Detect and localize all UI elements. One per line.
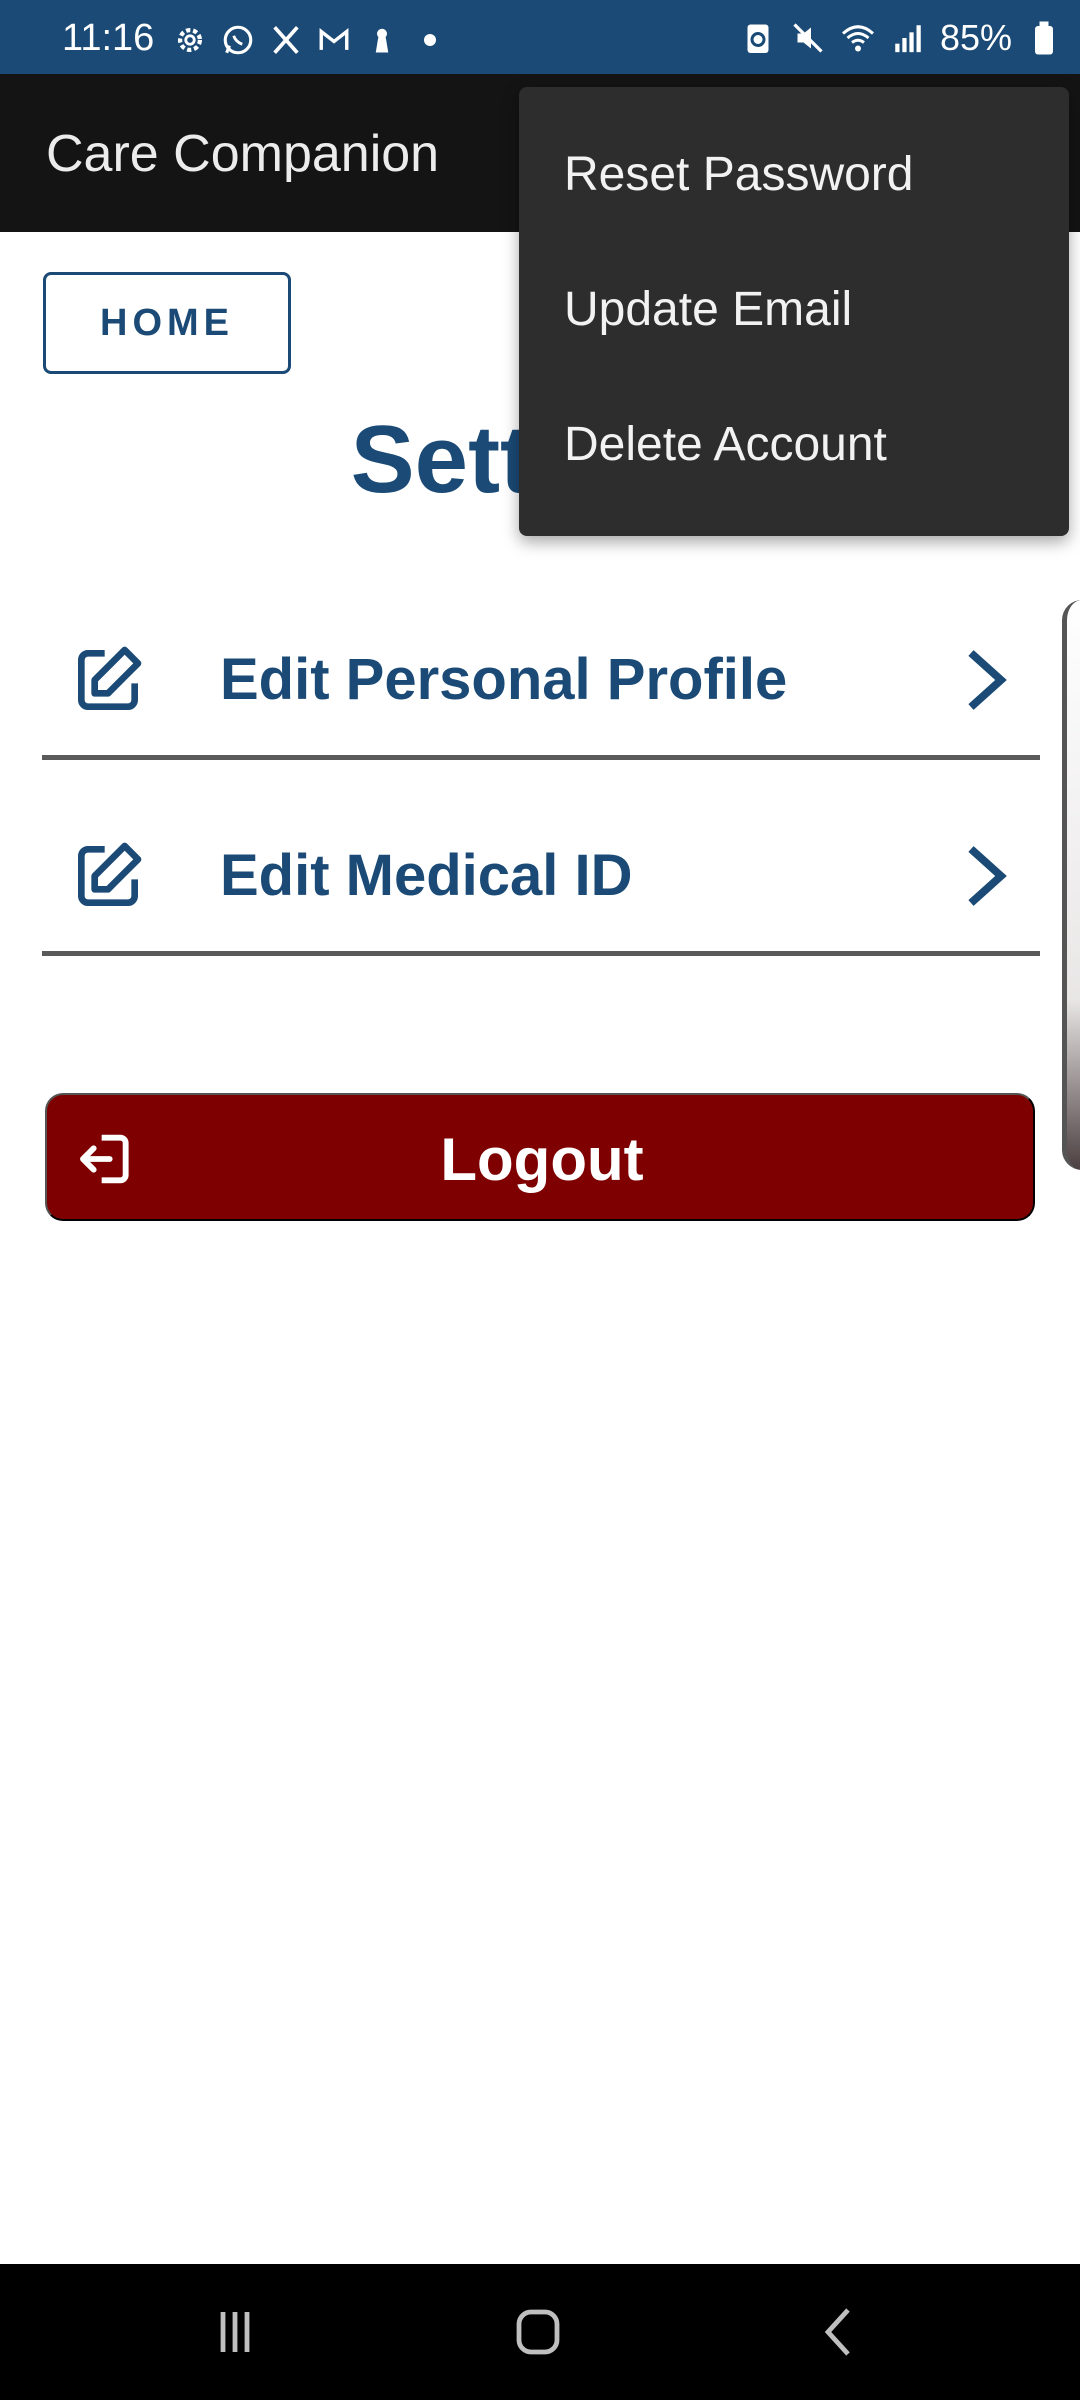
battery-saver-icon [740, 20, 776, 56]
status-time: 11:16 [62, 17, 155, 59]
wifi-icon [840, 20, 876, 56]
battery-icon [1026, 20, 1062, 56]
keyhole-icon [364, 22, 400, 58]
logout-button[interactable]: Logout [45, 1093, 1035, 1221]
edit-icon [68, 836, 148, 916]
edge-panel-handle[interactable] [1062, 600, 1080, 1170]
mute-icon [790, 20, 826, 56]
settings-row-edit-medical-id[interactable]: Edit Medical ID [42, 836, 1040, 956]
back-icon[interactable] [800, 2300, 880, 2364]
whatsapp-icon [220, 22, 256, 58]
settings-gear-icon [172, 22, 208, 58]
gmail-icon [316, 22, 352, 58]
chevron-right-icon [962, 644, 1010, 716]
settings-row-label: Edit Medical ID [220, 843, 633, 908]
edit-icon [68, 640, 148, 720]
overflow-menu: Reset Password Update Email Delete Accou… [519, 87, 1069, 536]
signal-icon [890, 20, 926, 56]
home-button[interactable]: HOME [43, 272, 291, 374]
battery-percent: 85% [939, 17, 1012, 58]
x-twitter-icon [268, 22, 304, 58]
status-notification-icons [172, 22, 448, 58]
settings-row-label: Edit Personal Profile [220, 647, 788, 712]
home-nav-icon[interactable] [497, 2300, 577, 2364]
app-title: Care Companion [46, 125, 440, 183]
logout-label: Logout [440, 1126, 644, 1193]
navigation-bar [0, 2264, 1080, 2400]
menu-item-update-email[interactable]: Update Email [564, 282, 1044, 338]
settings-row-edit-personal-profile[interactable]: Edit Personal Profile [42, 640, 1040, 760]
chevron-right-icon [962, 840, 1010, 912]
menu-item-delete-account[interactable]: Delete Account [564, 417, 1044, 473]
status-system-icons: 85% [740, 18, 1062, 58]
menu-item-reset-password[interactable]: Reset Password [564, 147, 1044, 203]
recent-apps-icon[interactable] [195, 2300, 275, 2364]
status-bar: 11:16 85% [0, 0, 1080, 74]
dot-icon [412, 22, 448, 58]
